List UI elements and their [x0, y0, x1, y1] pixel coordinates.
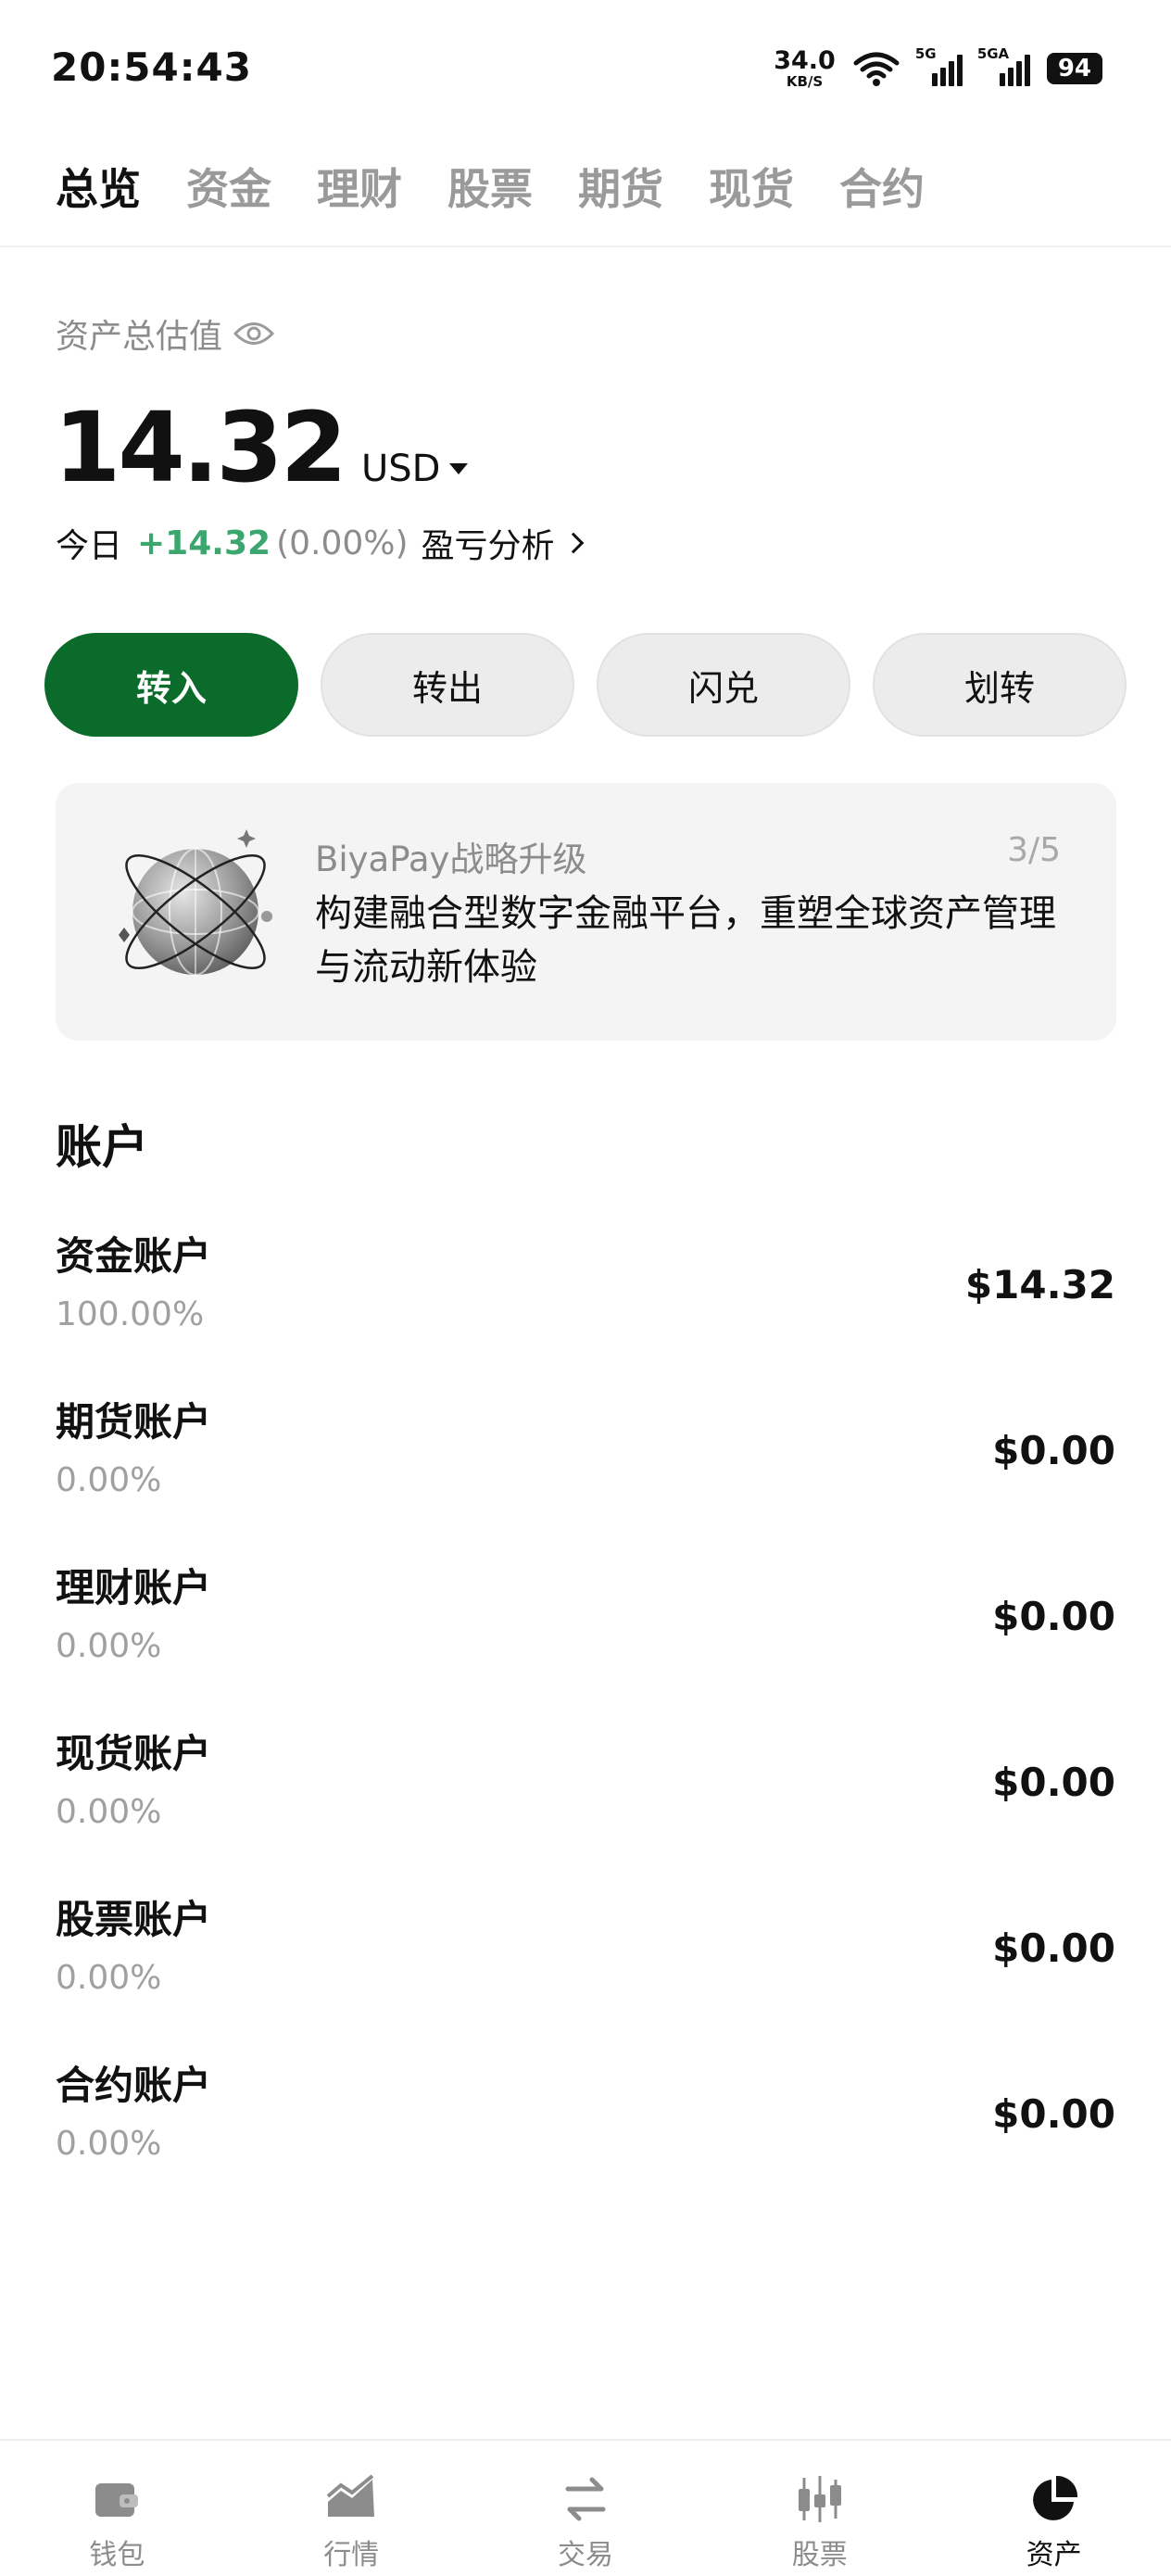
total-asset-value: 14.32 USD	[54, 391, 469, 504]
currency-selector[interactable]: USD	[360, 448, 469, 490]
swap-arrows-icon	[565, 2477, 606, 2521]
nav-label: 股票	[791, 2539, 848, 2571]
total-asset-amount: 14.32	[54, 391, 347, 504]
nav-wallet[interactable]: 钱包	[33, 2441, 200, 2572]
account-percent: 0.00%	[56, 1959, 162, 1997]
account-amount: $14.32	[964, 1262, 1115, 1307]
nav-label: 交易	[557, 2539, 613, 2571]
account-amount: $0.00	[992, 1594, 1115, 1639]
account-amount: $0.00	[992, 1760, 1115, 1805]
account-percent: 0.00%	[56, 1461, 162, 1499]
status-time: 20:54:43	[51, 44, 252, 90]
total-asset-label: 资产总估值	[56, 309, 275, 358]
nav-market[interactable]: 行情	[268, 2441, 434, 2572]
tab-spot[interactable]: 现货	[709, 156, 794, 217]
signal-type-label: 5GA	[976, 45, 1010, 62]
nav-trade[interactable]: 交易	[502, 2441, 669, 2572]
account-percent: 100.00%	[56, 1295, 205, 1333]
tab-futures[interactable]: 期货	[578, 156, 663, 217]
battery-indicator: 94	[1046, 53, 1102, 84]
pnl-analysis-label: 盈亏分析	[421, 527, 555, 565]
tab-wealth[interactable]: 理财	[317, 156, 402, 217]
total-asset-label-text: 资产总估值	[56, 318, 223, 356]
account-row-stocks[interactable]: 股票账户 0.00% $0.00	[0, 1877, 1171, 2043]
account-row-funding[interactable]: 资金账户 100.00% $14.32	[0, 1214, 1171, 1380]
today-label: 今日	[56, 527, 123, 565]
wallet-icon	[95, 2483, 139, 2517]
network-speed: 34.0 KB/S	[774, 48, 836, 89]
transfer-button[interactable]: 划转	[873, 633, 1127, 737]
account-row-contracts[interactable]: 合约账户 0.00% $0.00	[0, 2043, 1171, 2209]
flash-swap-button[interactable]: 闪兑	[597, 633, 850, 737]
nav-stocks[interactable]: 股票	[737, 2441, 903, 2572]
today-pnl-percent: (0.00%)	[276, 524, 409, 562]
account-percent: 0.00%	[56, 1627, 162, 1665]
account-row-spot[interactable]: 现货账户 0.00% $0.00	[0, 1711, 1171, 1877]
today-pnl-row: 今日 +14.32 (0.00%) 盈亏分析	[56, 519, 584, 567]
account-name: 合约账户	[56, 2063, 212, 2108]
globe-icon	[119, 829, 272, 976]
banner-title: BiyaPay战略升级	[315, 840, 587, 879]
account-amount: $0.00	[992, 1926, 1115, 1971]
nav-label: 行情	[323, 2539, 380, 2571]
eye-icon[interactable]	[233, 320, 275, 347]
pnl-analysis-link[interactable]: 盈亏分析	[421, 519, 584, 567]
action-buttons: 转入 转出 闪兑 划转	[44, 633, 1127, 737]
account-name: 股票账户	[56, 1897, 212, 1942]
account-percent: 0.00%	[56, 2125, 162, 2163]
asset-tabs: 总览 资金 理财 股票 期货 现货 合约	[56, 156, 970, 217]
account-name: 理财账户	[56, 1565, 212, 1610]
account-name: 期货账户	[56, 1399, 212, 1445]
network-speed-value: 34.0	[774, 46, 836, 75]
promo-banner[interactable]: BiyaPay战略升级 3/5 构建融合型数字金融平台，重塑全球资产管理与流动新…	[56, 783, 1116, 1041]
account-name: 资金账户	[56, 1233, 212, 1279]
accounts-title: 账户	[56, 1120, 148, 1174]
account-amount: $0.00	[992, 1428, 1115, 1473]
status-icons: 34.0 KB/S 5G 5GA 94	[774, 45, 1102, 91]
account-name: 现货账户	[56, 1731, 212, 1776]
account-row-futures[interactable]: 期货账户 0.00% $0.00	[0, 1380, 1171, 1546]
banner-page-indicator: 3/5	[1007, 831, 1061, 869]
currency-label: USD	[360, 448, 441, 490]
network-speed-unit: KB/S	[786, 73, 824, 90]
banner-text: 构建融合型数字金融平台，重塑全球资产管理与流动新体验	[315, 892, 1056, 989]
tab-overview[interactable]: 总览	[56, 156, 141, 217]
tabs-divider	[0, 246, 1171, 247]
cellular-signal-icon: 5GA	[977, 45, 1030, 86]
candlestick-icon	[798, 2476, 841, 2522]
today-pnl-value: +14.32	[137, 524, 271, 562]
nav-assets[interactable]: 资产	[971, 2441, 1138, 2572]
tab-contracts[interactable]: 合约	[839, 156, 925, 217]
signal-type-label: 5G	[914, 45, 937, 62]
assets-page: 20:54:43 34.0 KB/S 5G 5GA 94 总览 资金 理财 股票…	[0, 0, 1171, 2576]
tab-stocks[interactable]: 股票	[447, 156, 533, 217]
deposit-button[interactable]: 转入	[44, 633, 298, 737]
account-list: 资金账户 100.00% $14.32 期货账户 0.00% $0.00 理财账…	[0, 1214, 1171, 2209]
bottom-navigation: 钱包 行情 交易 股票 资产	[0, 2439, 1171, 2576]
nav-label: 资产	[1026, 2539, 1082, 2571]
wifi-icon	[853, 52, 900, 86]
cellular-signal-icon: 5G	[915, 45, 963, 86]
account-amount: $0.00	[992, 2091, 1115, 2137]
tab-funding[interactable]: 资金	[186, 156, 271, 217]
nav-label: 钱包	[89, 2539, 145, 2571]
market-chart-icon	[326, 2474, 375, 2517]
account-row-wealth[interactable]: 理财账户 0.00% $0.00	[0, 1546, 1171, 1711]
pie-chart-icon	[1032, 2475, 1077, 2520]
caret-down-icon	[449, 463, 469, 474]
chevron-right-icon	[562, 532, 584, 554]
withdraw-button[interactable]: 转出	[321, 633, 574, 737]
account-percent: 0.00%	[56, 1793, 162, 1831]
status-bar: 20:54:43 34.0 KB/S 5G 5GA 94	[0, 0, 1171, 139]
